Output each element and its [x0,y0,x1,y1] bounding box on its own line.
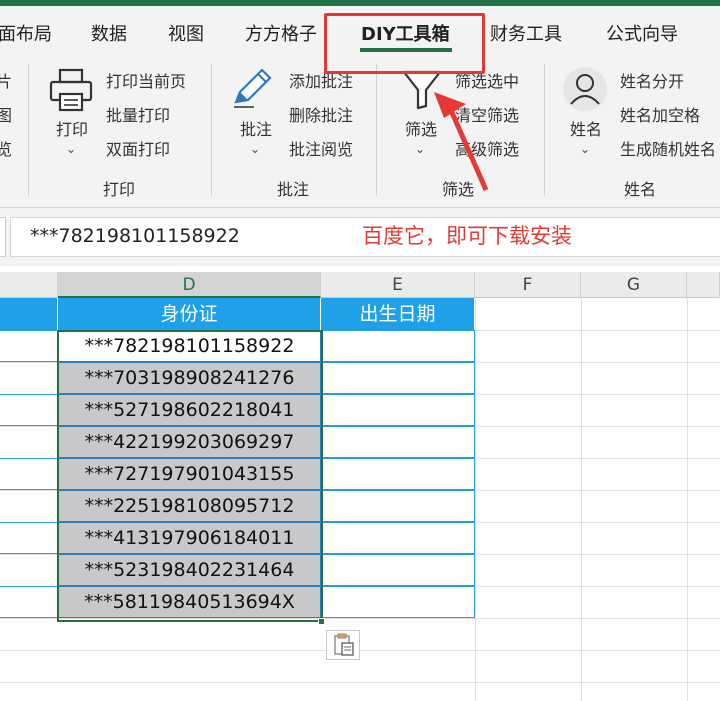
tab-formula-wizard[interactable]: 公式向导 [606,20,678,46]
ribbon-partial-item[interactable]: 片 [0,68,12,92]
view-comments-button[interactable]: 批注阅览 [289,136,353,160]
advanced-filter-button[interactable]: 高级筛选 [455,136,519,160]
tab-finance-tools[interactable]: 财务工具 [490,20,562,46]
paste-options-button[interactable] [326,630,360,660]
group-divider [211,64,212,196]
birthdate-cell[interactable] [321,362,475,394]
fill-handle[interactable] [318,618,325,625]
name-button-label: 姓名 [570,120,603,139]
id-header-cell[interactable]: 身份证 [58,298,321,330]
comment-button[interactable]: 批注 ⌄ [230,66,280,156]
birthdate-cell[interactable] [321,426,475,458]
random-name-button[interactable]: 生成随机姓名 [620,136,716,160]
name-button[interactable]: 姓名 ⌄ [562,66,612,156]
clipboard-icon [334,633,354,656]
split-name-button[interactable]: 姓名分开 [620,68,684,92]
ribbon-partial-item[interactable]: 览 [0,136,12,160]
tab-data[interactable]: 数据 [91,20,127,46]
filter-group-label: 筛选 [442,180,475,199]
chevron-down-icon: ⌄ [580,142,591,156]
annotation-text: 百度它，即可下载安装 [362,224,572,248]
clear-filter-button[interactable]: 清空筛选 [455,102,519,126]
grid-line [687,298,688,701]
tab-fangfanggezi[interactable]: 方方格子 [245,20,317,46]
column-header-g[interactable]: G [581,272,687,298]
chevron-down-icon: ⌄ [415,142,426,156]
delete-comment-button[interactable]: 删除批注 [289,102,353,126]
comment-button-label: 批注 [240,120,273,139]
print-current-page-button[interactable]: 打印当前页 [106,68,186,92]
table-cell[interactable] [0,394,58,426]
tab-view[interactable]: 视图 [168,20,204,46]
column-header-d[interactable]: D [58,272,321,298]
comment-group-label: 批注 [277,180,310,199]
birthdate-cell[interactable] [321,554,475,586]
grid-line [475,298,476,701]
table-cell[interactable] [0,330,58,362]
name-add-space-button[interactable]: 姓名加空格 [620,102,700,126]
table-cell[interactable] [0,586,58,618]
spreadsheet-grid[interactable]: D E F G 身份证 出生日期 ***782198101158922 ***7… [0,266,720,701]
tab-highlight-box [324,13,485,74]
column-header-partial[interactable] [0,272,58,298]
birthdate-cell[interactable] [321,586,475,618]
person-icon [563,67,607,111]
chevron-down-icon: ⌄ [66,142,77,156]
birthdate-cell[interactable] [321,490,475,522]
group-divider [544,64,545,196]
print-button-label: 打印 [56,120,89,139]
grid-line [581,298,582,701]
printer-icon [49,68,93,112]
column-header-partial[interactable] [687,272,720,298]
table-header-cell[interactable] [0,298,58,330]
birthdate-cell[interactable] [321,394,475,426]
grid-line [0,650,720,651]
group-divider [28,64,29,196]
print-button[interactable]: 打印 ⌄ [48,68,98,156]
batch-print-button[interactable]: 批量打印 [106,102,170,126]
tab-page-layout[interactable]: 面布局 [0,20,52,46]
name-box[interactable] [0,217,6,257]
table-cell[interactable] [0,522,58,554]
chevron-down-icon: ⌄ [250,142,261,156]
birthdate-cell[interactable] [321,522,475,554]
group-divider [376,64,377,196]
duplex-print-button[interactable]: 双面打印 [106,136,170,160]
column-header-e[interactable]: E [321,272,475,298]
pen-icon [234,68,272,108]
filter-button-label: 筛选 [405,120,438,139]
funnel-icon [402,70,442,110]
birthdate-header-cell[interactable]: 出生日期 [321,298,475,330]
formula-bar: ***782198101158922 百度它，即可下载安装 [0,208,720,266]
selection-border [57,330,323,622]
table-cell[interactable] [0,458,58,490]
birthdate-cell[interactable] [321,330,475,362]
grid-line [0,682,720,683]
ribbon-panel: 片 图 览 打印 ⌄ 打印当前页 批量打印 双面打印 打印 批注 ⌄ 添加批注 … [0,58,720,208]
filter-button[interactable]: 筛选 ⌄ [400,68,450,156]
column-header-f[interactable]: F [475,272,581,298]
ribbon-partial-item[interactable]: 图 [0,102,12,126]
name-group-label: 姓名 [624,180,657,199]
print-group-label: 打印 [103,180,136,199]
birthdate-cell[interactable] [321,458,475,490]
formula-value: ***782198101158922 [30,225,240,247]
